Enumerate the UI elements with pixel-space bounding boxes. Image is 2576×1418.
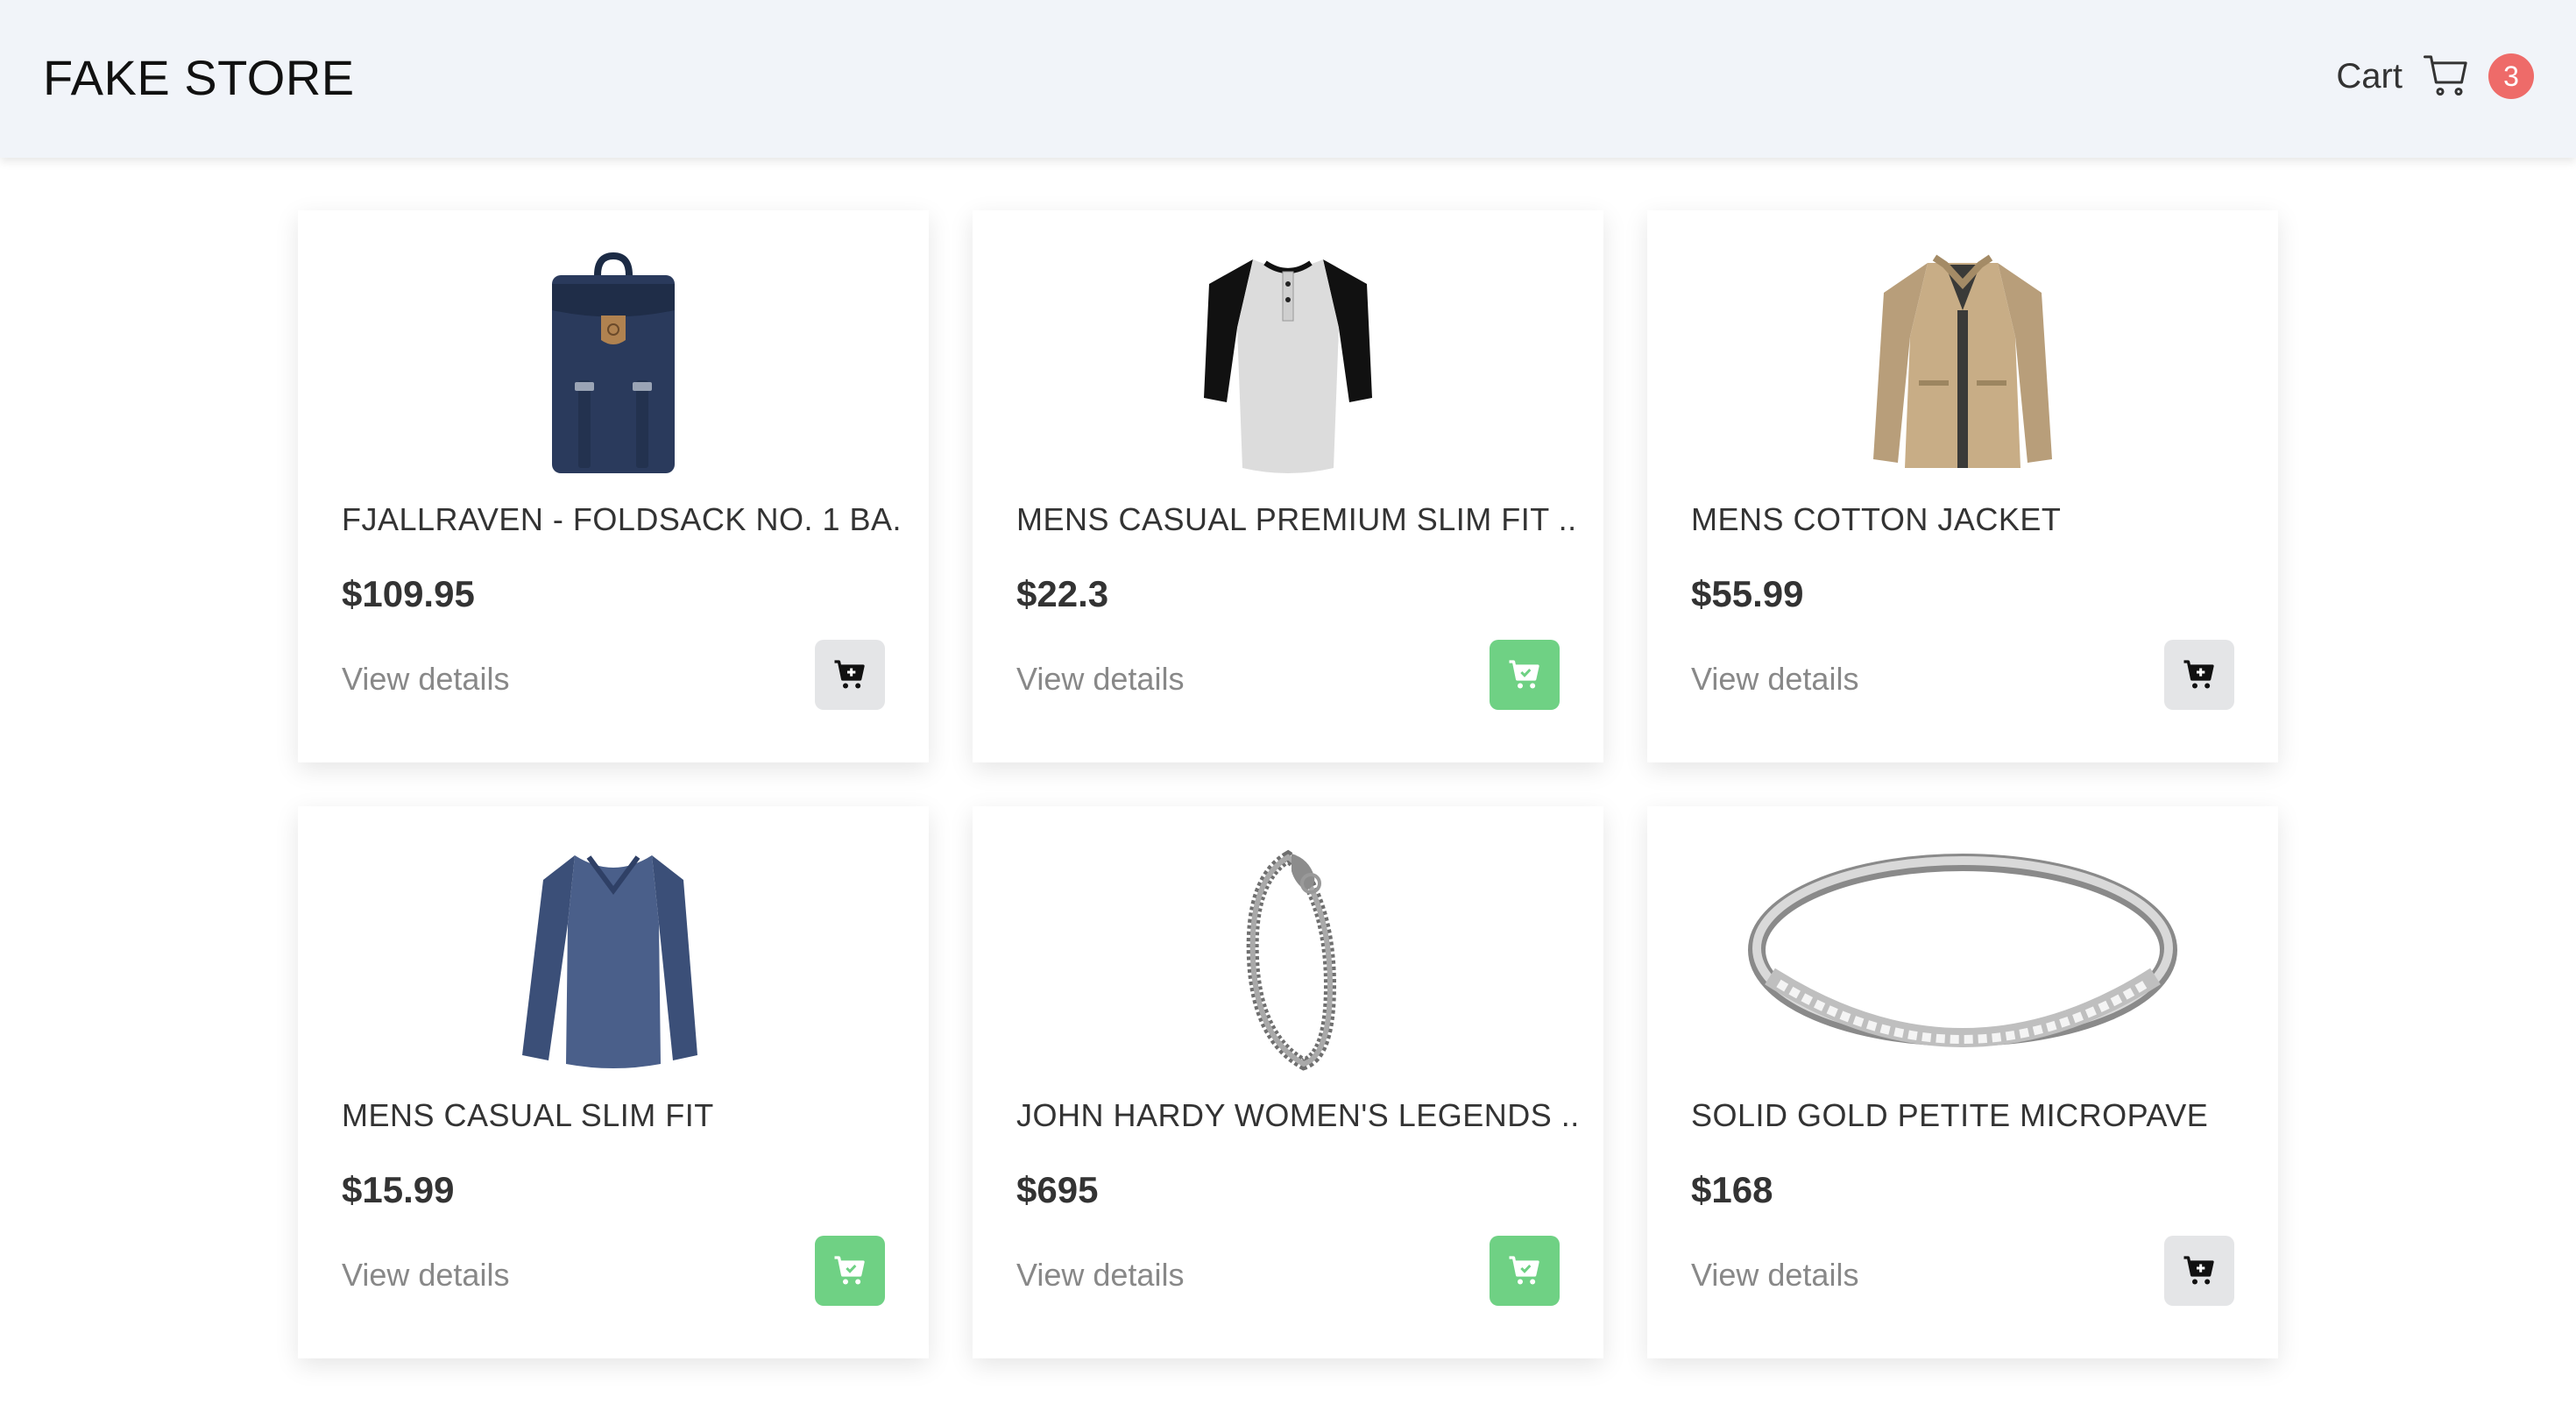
product-price: $15.99 <box>342 1169 455 1210</box>
product-image[interactable] <box>1647 249 2278 477</box>
cart-add-icon <box>2183 1256 2214 1285</box>
product-card: JOHN HARDY WOMEN'S LEGENDS ... $695 View… <box>973 806 1603 1358</box>
cart-label: Cart <box>2336 56 2403 96</box>
cart-check-icon <box>1509 1256 1539 1285</box>
cart-outline-icon <box>2423 55 2467 96</box>
product-price: $55.99 <box>1691 573 1804 614</box>
product-image[interactable] <box>298 249 929 477</box>
henley-shirt-image <box>1204 259 1372 473</box>
product-title: SOLID GOLD PETITE MICROPAVE <box>1691 1097 2209 1133</box>
product-card: MENS COTTON JACKET $55.99 View details <box>1647 210 2278 762</box>
view-details-link[interactable]: View details <box>342 1257 509 1294</box>
cart-check-icon <box>1509 660 1539 689</box>
remove-from-cart-button[interactable] <box>1490 640 1560 710</box>
cart-add-icon <box>2183 660 2214 689</box>
add-to-cart-button[interactable] <box>2164 1236 2234 1306</box>
product-image[interactable] <box>973 249 1603 477</box>
product-title: FJALLRAVEN - FOLDSACK NO. 1 BA... <box>342 501 902 537</box>
remove-from-cart-button[interactable] <box>815 1236 885 1306</box>
product-title: MENS CASUAL PREMIUM SLIM FIT ... <box>1016 501 1577 537</box>
product-image[interactable] <box>298 845 929 1073</box>
store-logo[interactable]: FAKE STORE <box>43 49 355 106</box>
product-price: $695 <box>1016 1169 1099 1210</box>
cart-link[interactable]: Cart 3 <box>2336 46 2534 107</box>
jacket-image <box>1873 254 2052 468</box>
product-title: MENS CASUAL SLIM FIT <box>342 1097 714 1133</box>
long-sleeve-shirt-image <box>522 855 697 1068</box>
add-to-cart-button[interactable] <box>2164 640 2234 710</box>
top-navbar: FAKE STORE Cart 3 <box>0 0 2576 158</box>
view-details-link[interactable]: View details <box>1016 1257 1184 1294</box>
product-price: $22.3 <box>1016 573 1109 614</box>
product-card: MENS CASUAL PREMIUM SLIM FIT ... $22.3 V… <box>973 210 1603 762</box>
product-price: $109.95 <box>342 573 475 614</box>
product-card: FJALLRAVEN - FOLDSACK NO. 1 BA... $109.9… <box>298 210 929 762</box>
product-title: MENS COTTON JACKET <box>1691 501 2062 537</box>
product-card: SOLID GOLD PETITE MICROPAVE $168 View de… <box>1647 806 2278 1358</box>
add-to-cart-button[interactable] <box>815 640 885 710</box>
cart-check-icon <box>834 1256 865 1285</box>
ring-image <box>1748 854 2177 1047</box>
view-details-link[interactable]: View details <box>342 661 509 698</box>
cart-add-icon <box>834 660 865 689</box>
view-details-link[interactable]: View details <box>1691 661 1858 698</box>
product-price: $168 <box>1691 1169 1773 1210</box>
backpack-image <box>552 252 675 473</box>
product-image[interactable] <box>973 845 1603 1073</box>
view-details-link[interactable]: View details <box>1016 661 1184 698</box>
product-card: MENS CASUAL SLIM FIT $15.99 View details <box>298 806 929 1358</box>
product-title: JOHN HARDY WOMEN'S LEGENDS ... <box>1016 1097 1577 1133</box>
product-image[interactable] <box>1647 845 2278 1073</box>
bracelet-image <box>1246 849 1337 1071</box>
view-details-link[interactable]: View details <box>1691 1257 1858 1294</box>
cart-count-badge: 3 <box>2488 53 2534 99</box>
remove-from-cart-button[interactable] <box>1490 1236 1560 1306</box>
